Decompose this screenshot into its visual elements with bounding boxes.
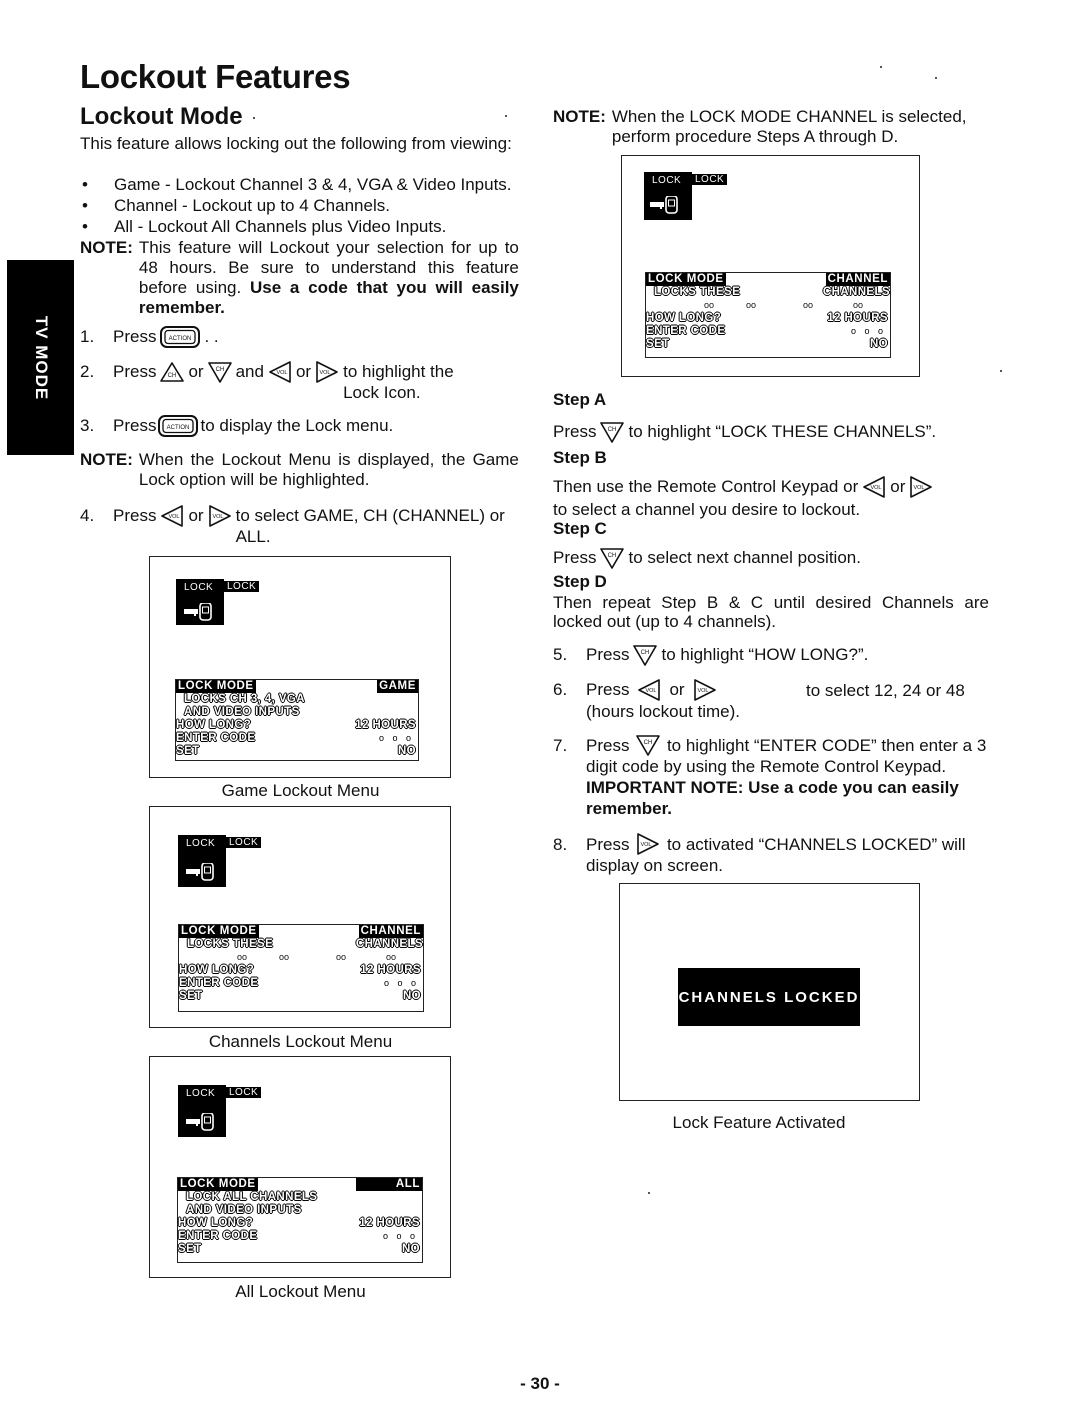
- note-game-lock: NOTE: When the Lockout Menu is displayed…: [80, 450, 522, 490]
- ch-up-icon: [160, 362, 185, 382]
- intro-paragraph: This feature allows locking out the foll…: [80, 134, 512, 153]
- vol-left-icon: [161, 505, 184, 527]
- channels-lockout-screen: LOCK LOCK LOCK MODE CHANNEL LOCKS THESE CH…: [149, 806, 451, 1028]
- note-label: NOTE:: [553, 107, 606, 126]
- vol-left-icon: [863, 476, 886, 498]
- step-8: 8. Press to activated “CHANNELS LOCKED” …: [553, 832, 993, 876]
- page-number: - 30 -: [520, 1374, 560, 1393]
- step-7: 7. Press to highlight “ENTER CODE” then …: [553, 734, 993, 819]
- game-menu-osd: LOCK MODE GAME LOCKS CH 3, 4, VGA AND VID…: [175, 679, 419, 761]
- game-menu-caption: Game Lockout Menu: [221, 781, 380, 800]
- step-2: 2. Press or and or to highlight the Lock…: [80, 361, 454, 402]
- vol-right-icon: [910, 476, 933, 498]
- ch-down-icon: [600, 548, 625, 569]
- vol-right-icon: [208, 505, 231, 527]
- bullet-item: • Channel - Lockout up to 4 Channels.: [82, 196, 390, 215]
- all-lockout-screen: LOCK LOCK LOCK MODE ALL LOCK ALL CHANNELS…: [149, 1056, 451, 1278]
- step-6: 6. Press or to select 12, 24 or 48 (hour…: [553, 679, 965, 721]
- step-4: 4. Press or to select GAME, CH (CHANNEL)…: [80, 505, 505, 546]
- channels-locked-screen: CHANNELS LOCKED: [619, 883, 920, 1101]
- ch-down-icon: [600, 422, 625, 443]
- lock-activated-caption: Lock Feature Activated: [672, 1113, 846, 1132]
- channel-mode-osd: LOCK MODE CHANNEL LOCKS THESE CHANNELS oo …: [645, 272, 891, 358]
- side-tab-label: TV MODE: [31, 315, 51, 400]
- step-a: Press to highlight “LOCK THESE CHANNELS”…: [553, 422, 937, 443]
- scan-speck: [880, 66, 882, 68]
- ch-down-icon: [207, 362, 232, 383]
- important-note: IMPORTANT NOTE: Use a code you can easil…: [586, 778, 959, 818]
- scan-speck: [253, 117, 255, 119]
- all-menu-caption: All Lockout Menu: [235, 1282, 366, 1301]
- channel-slots: oo oo oo oo: [704, 300, 864, 310]
- feature-bullet-list: • Game - Lockout Channel 3 & 4, VGA & Vid…: [80, 174, 522, 237]
- lock-icon-tile: LOCK LOCK: [178, 1085, 262, 1137]
- key-lock-icon: [186, 1113, 214, 1131]
- channels-locked-banner: CHANNELS LOCKED: [678, 968, 860, 1026]
- scan-speck: [935, 77, 937, 79]
- step-1: 1. Press . .: [80, 326, 219, 348]
- vol-right-icon: [316, 361, 338, 383]
- note-channel-mode: NOTE: When the LOCK MODE CHANNEL is sele…: [553, 107, 993, 147]
- note-label: NOTE:: [80, 238, 133, 257]
- action-button-icon: [158, 415, 199, 437]
- section-title: Lockout Mode: [80, 103, 243, 130]
- note-text: When the LOCK MODE CHANNEL is selected, …: [611, 107, 967, 146]
- note-48-hours: NOTE: This feature will Lockout your sel…: [80, 238, 522, 318]
- lock-icon-tile: LOCK LOCK: [644, 172, 728, 220]
- step-5: 5. Press to highlight “HOW LONG?”.: [553, 645, 869, 666]
- note-text: When the Lockout Menu is displayed, the …: [138, 450, 519, 489]
- key-lock-icon: [184, 603, 212, 621]
- scan-speck: [1000, 370, 1002, 372]
- bullet-item: • Game - Lockout Channel 3 & 4, VGA & Vid…: [82, 175, 512, 194]
- step-b: Then use the Remote Control Keypad or or…: [553, 476, 993, 520]
- step-c-title: Step C: [553, 519, 607, 538]
- action-button-icon: [160, 326, 201, 348]
- game-lockout-screen: LOCK LOCK LOCK MODE GAME LOCKS CH 3, 4, V…: [149, 556, 451, 778]
- scan-speck: [648, 1192, 650, 1194]
- lock-icon-tile: LOCK LOCK: [178, 835, 262, 887]
- lock-icon-tile: LOCK LOCK: [176, 579, 260, 625]
- key-lock-icon: [186, 863, 214, 881]
- step-c: Press to select next channel position.: [553, 548, 861, 569]
- channel-slots: oo oo oo oo: [237, 952, 397, 962]
- vol-left-icon: [269, 361, 291, 383]
- side-tab-tv-mode: TV MODE: [7, 260, 74, 455]
- key-lock-icon: [650, 196, 678, 214]
- note-label: NOTE:: [80, 450, 133, 469]
- step-3: 3. Press to display the Lock menu.: [80, 415, 394, 437]
- ch-down-icon: [636, 734, 661, 756]
- ch-down-icon: [633, 645, 658, 666]
- step-a-title: Step A: [553, 390, 607, 409]
- step-d-text: Then repeat Step B & C until desired Cha…: [553, 593, 989, 631]
- channels-menu-caption: Channels Lockout Menu: [208, 1032, 393, 1051]
- vol-right-icon: [637, 832, 660, 855]
- page-title: Lockout Features: [80, 58, 351, 95]
- channels-menu-osd: LOCK MODE CHANNEL LOCKS THESE CHANNELS oo …: [178, 924, 424, 1012]
- step-d-title: Step D: [553, 572, 607, 591]
- channel-mode-screen: LOCK LOCK LOCK MODE CHANNEL LOCKS THESE CH…: [621, 155, 920, 377]
- step-b-title: Step B: [553, 448, 607, 467]
- bullet-item: • All - Lockout All Channels plus Video I…: [82, 217, 447, 236]
- scan-speck: [505, 115, 507, 117]
- all-menu-osd: LOCK MODE ALL LOCK ALL CHANNELS AND VIDEO…: [177, 1177, 423, 1263]
